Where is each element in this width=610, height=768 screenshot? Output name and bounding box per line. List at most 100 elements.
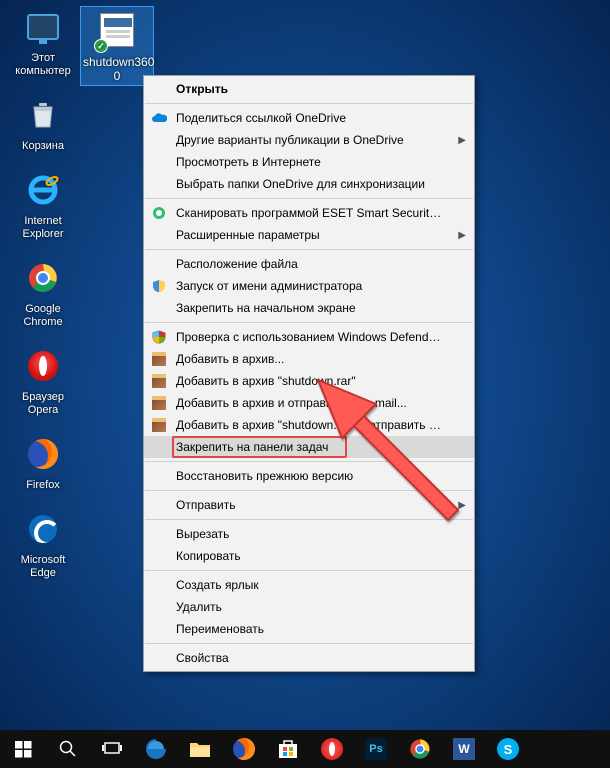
winrar-icon [150,351,168,367]
menu-item[interactable]: Расположение файла [144,253,474,275]
menu-item[interactable]: Вырезать [144,523,474,545]
menu-item-label: Переименовать [176,622,446,636]
taskbar-photoshop[interactable]: Ps [354,730,398,768]
desktop-icon-this-pc[interactable]: Этоткомпьютер [6,6,80,78]
desktop-icon-firefox[interactable]: Firefox [6,433,80,492]
opera-icon [321,738,343,760]
taskbar-search[interactable] [46,730,90,768]
menu-item[interactable]: Добавить в архив "shutdown.rar" [144,370,474,392]
desktop-icon-shutdown3600[interactable]: ✓ shutdown3600 [80,6,154,86]
taskview-icon [102,741,122,757]
desktop-icon-chrome[interactable]: GoogleChrome [6,257,80,329]
desktop-icon-recycle-bin[interactable]: Корзина [6,94,80,153]
icon-label: Этоткомпьютер [6,52,80,78]
firefox-icon [22,433,64,475]
menu-item[interactable]: Удалить [144,596,474,618]
menu-item-label: Поделиться ссылкой OneDrive [176,111,446,125]
taskbar-store[interactable] [266,730,310,768]
menu-item-label: Расширенные параметры [176,228,446,242]
menu-item[interactable]: Добавить в архив "shutdown.rar" и отправ… [144,414,474,436]
icon-label: Корзина [6,140,80,153]
menu-item[interactable]: Свойства [144,647,474,669]
menu-item[interactable]: Открыть [144,78,474,100]
menu-item-label: Добавить в архив "shutdown.rar" и отправ… [176,418,446,432]
taskbar-word[interactable]: W [442,730,486,768]
taskbar-skype[interactable]: S [486,730,530,768]
chevron-right-icon: ▶ [458,135,466,146]
menu-item-label: Копировать [176,549,446,563]
separator [145,103,473,104]
menu-item[interactable]: Другие варианты публикации в OneDrive ▶ [144,129,474,151]
menu-item[interactable]: Просмотреть в Интернете [144,151,474,173]
menu-item-label: Сканировать программой ESET Smart Securi… [176,206,446,220]
separator [145,249,473,250]
menu-item[interactable]: Запуск от имени администратора [144,275,474,297]
icon-label: MicrosoftEdge [6,554,80,580]
menu-item-label: Добавить в архив... [176,352,446,366]
taskbar-explorer[interactable] [178,730,222,768]
menu-item[interactable]: Расширенные параметры ▶ [144,224,474,246]
taskbar-opera[interactable] [310,730,354,768]
desktop: Этоткомпьютер Корзина InternetExplorer G… [0,0,610,730]
sync-check-icon: ✓ [94,39,108,53]
menu-item-label: Удалить [176,600,446,614]
icon-label: InternetExplorer [6,215,80,241]
menu-item[interactable]: Выбрать папки OneDrive для синхронизации [144,173,474,195]
chrome-icon [409,738,431,760]
menu-item-label: Другие варианты публикации в OneDrive [176,133,446,147]
separator [145,322,473,323]
taskbar-chrome[interactable] [398,730,442,768]
search-icon [59,740,77,758]
separator [145,519,473,520]
shield-icon [150,278,168,294]
photoshop-icon: Ps [365,738,387,760]
desktop-icon-ie[interactable]: InternetExplorer [6,169,80,241]
icon-label: GoogleChrome [6,303,80,329]
menu-item[interactable]: Проверка с использованием Windows Defend… [144,326,474,348]
menu-item[interactable]: Копировать [144,545,474,567]
menu-item[interactable]: Создать ярлык [144,574,474,596]
menu-item-label: Отправить [176,498,446,512]
menu-item[interactable]: Сканировать программой ESET Smart Securi… [144,202,474,224]
word-icon: W [453,738,475,760]
taskbar-taskview[interactable] [90,730,134,768]
desktop-icon-opera[interactable]: БраузерOpera [6,345,80,417]
taskbar-edge[interactable] [134,730,178,768]
firefox-icon [233,738,255,760]
menu-item[interactable]: Добавить в архив и отправить по e-mail..… [144,392,474,414]
edge-icon [22,508,64,550]
menu-item[interactable]: Закрепить на начальном экране [144,297,474,319]
chevron-right-icon: ▶ [458,230,466,241]
menu-item[interactable]: Отправить▶ [144,494,474,516]
store-icon [277,738,299,760]
menu-item-label: Закрепить на панели задач [176,440,446,454]
menu-item[interactable]: Закрепить на панели задач [144,436,474,458]
menu-item-label: Закрепить на начальном экране [176,301,446,315]
menu-item-label: Вырезать [176,527,446,541]
start-button[interactable] [0,730,46,768]
menu-item[interactable]: Переименовать [144,618,474,640]
edge-icon [144,737,168,761]
recycle-bin-icon [22,94,64,136]
taskbar-firefox[interactable] [222,730,266,768]
winrar-icon [150,417,168,433]
taskbar: Ps W S [0,730,610,768]
desktop-icons: Этоткомпьютер Корзина InternetExplorer G… [6,6,80,596]
menu-item-label: Свойства [176,651,446,665]
menu-item[interactable]: Поделиться ссылкой OneDrive [144,107,474,129]
menu-item-label: Просмотреть в Интернете [176,155,446,169]
menu-item[interactable]: Добавить в архив... [144,348,474,370]
menu-item[interactable]: Восстановить прежнюю версию [144,465,474,487]
onedrive-icon [150,110,168,126]
separator [145,570,473,571]
menu-item-label: Проверка с использованием Windows Defend… [176,330,446,344]
menu-item-label: Выбрать папки OneDrive для синхронизации [176,177,446,191]
menu-item-label: Восстановить прежнюю версию [176,469,446,483]
menu-item-label: Запуск от имени администратора [176,279,446,293]
menu-item-label: Добавить в архив и отправить по e-mail..… [176,396,446,410]
menu-item-label: Добавить в архив "shutdown.rar" [176,374,446,388]
separator [145,643,473,644]
menu-item-label: Открыть [176,82,446,96]
separator [145,461,473,462]
desktop-icon-edge[interactable]: MicrosoftEdge [6,508,80,580]
